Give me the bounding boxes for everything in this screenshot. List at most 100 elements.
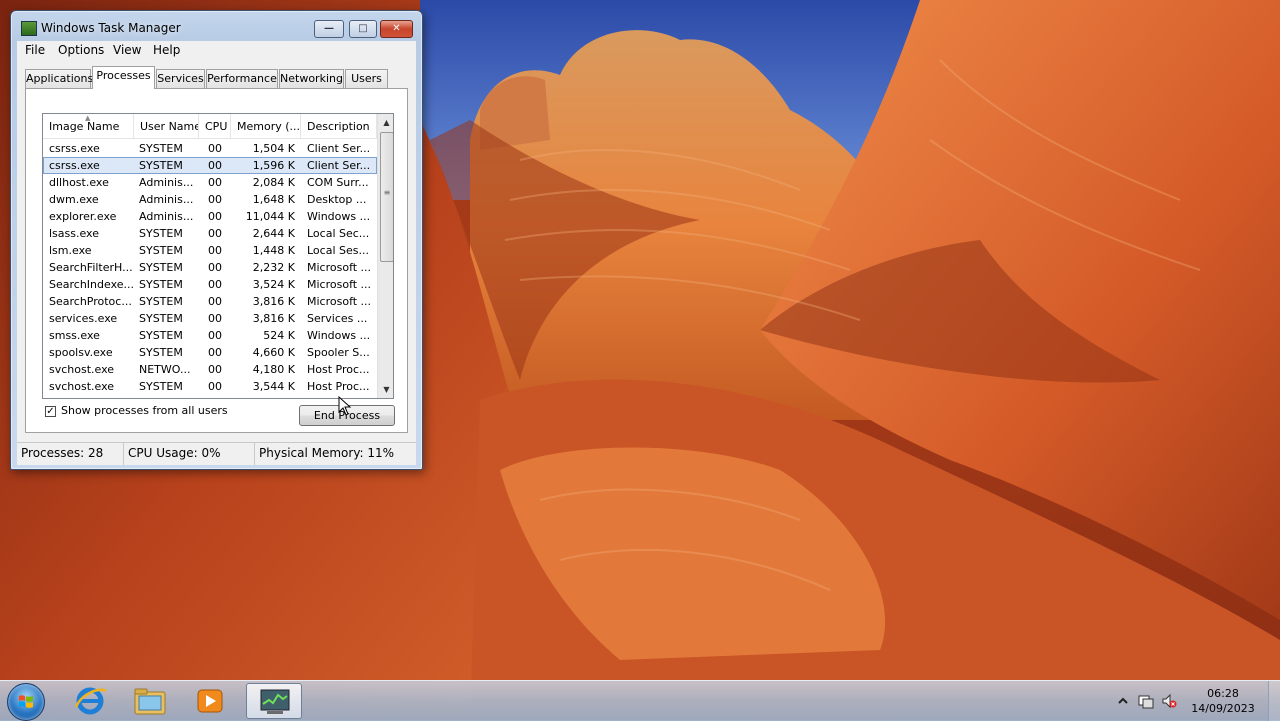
process-row[interactable]: spoolsv.exe SYSTEM 00 4,660 K Spooler S...	[43, 344, 377, 361]
maximize-button[interactable]: □	[349, 20, 377, 38]
cell-cpu: 00	[208, 278, 222, 291]
show-hidden-icons-icon[interactable]	[1115, 693, 1131, 709]
task-manager-app-icon	[21, 21, 37, 36]
menu-options[interactable]: Options	[58, 43, 104, 57]
cell-cpu: 00	[208, 244, 222, 257]
process-row[interactable]: services.exe SYSTEM 00 3,816 K Services ...	[43, 310, 377, 327]
column-memory[interactable]: Memory (...	[231, 114, 301, 138]
cell-memory: 4,180 K	[252, 363, 295, 376]
volume-muted-icon[interactable]	[1161, 693, 1177, 709]
scroll-down-icon[interactable]: ▼	[378, 381, 393, 398]
cell-cpu: 00	[208, 380, 222, 393]
grip-icon: ≡	[383, 188, 391, 197]
cell-description: Windows ...	[307, 210, 371, 223]
internet-explorer-button[interactable]	[62, 683, 118, 719]
show-all-users-checkbox[interactable]: ✓	[45, 406, 56, 417]
title-bar[interactable]: Windows Task Manager — □ ✕	[11, 11, 422, 39]
cell-memory: 2,232 K	[252, 261, 295, 274]
tab-processes[interactable]: Processes	[92, 66, 155, 89]
cell-cpu: 00	[208, 261, 222, 274]
taskbar: 06:28 14/09/2023	[0, 680, 1280, 721]
menu-view[interactable]: View	[113, 43, 141, 57]
cell-memory: 524 K	[263, 329, 295, 342]
cell-description: Desktop ...	[307, 193, 367, 206]
column-description[interactable]: Description	[301, 114, 377, 138]
cell-memory: 4,660 K	[252, 346, 295, 359]
cell-cpu: 00	[208, 193, 222, 206]
vertical-scrollbar[interactable]: ▲ ≡ ▼	[377, 114, 393, 398]
process-list[interactable]: ▲ Image Name User Name CPU Memory (... D…	[42, 113, 394, 399]
scrollbar-thumb[interactable]: ≡	[380, 132, 393, 262]
cell-image-name: svchost.exe	[49, 380, 115, 393]
column-cpu[interactable]: CPU	[199, 114, 231, 138]
process-row[interactable]: lsass.exe SYSTEM 00 2,644 K Local Sec...	[43, 225, 377, 242]
column-user-name[interactable]: User Name	[134, 114, 199, 138]
process-row[interactable]: explorer.exe Adminis... 00 11,044 K Windows …	[43, 208, 377, 225]
scroll-up-icon[interactable]: ▲	[378, 114, 393, 131]
media-player-button[interactable]	[182, 683, 238, 719]
cell-cpu: 00	[208, 312, 222, 325]
tab-applications[interactable]: Applications	[25, 69, 93, 88]
cell-memory: 1,448 K	[252, 244, 295, 257]
cell-user-name: SYSTEM	[139, 261, 183, 274]
cell-image-name: SearchFilterH...	[49, 261, 133, 274]
cell-user-name: Adminis...	[139, 176, 194, 189]
process-row[interactable]: lsm.exe SYSTEM 00 1,448 K Local Ses...	[43, 242, 377, 259]
process-row[interactable]: dllhost.exe Adminis... 00 2,084 K COM Surr..…	[43, 174, 377, 191]
windows-explorer-button[interactable]	[122, 683, 178, 719]
tab-networking[interactable]: Networking	[279, 69, 344, 88]
process-list-header: ▲ Image Name User Name CPU Memory (... D…	[43, 114, 377, 139]
cell-cpu: 00	[208, 295, 222, 308]
column-image-name[interactable]: ▲ Image Name	[43, 114, 134, 138]
menu-file[interactable]: File	[25, 43, 45, 57]
minimize-button[interactable]: —	[314, 20, 344, 38]
start-button[interactable]	[7, 683, 45, 721]
tab-services[interactable]: Services	[156, 69, 205, 88]
process-row[interactable]: SearchIndexe... SYSTEM 00 3,524 K Microsoft …	[43, 276, 377, 293]
task-manager-window: Windows Task Manager — □ ✕ File Options …	[10, 10, 423, 470]
task-manager-taskbar-button[interactable]	[246, 683, 302, 719]
cell-image-name: svchost.exe	[49, 363, 115, 376]
cell-image-name: csrss.exe	[49, 142, 100, 155]
process-row[interactable]: svchost.exe NETWO... 00 4,180 K Host Proc...	[43, 361, 377, 378]
cell-image-name: SearchProtoc...	[49, 295, 132, 308]
menu-help[interactable]: Help	[153, 43, 180, 57]
process-row[interactable]: SearchFilterH... SYSTEM 00 2,232 K Microsoft…	[43, 259, 377, 276]
action-center-flag-icon[interactable]	[1138, 693, 1154, 709]
cell-cpu: 00	[208, 363, 222, 376]
close-button[interactable]: ✕	[380, 20, 413, 38]
cell-user-name: SYSTEM	[139, 278, 183, 291]
cell-user-name: SYSTEM	[139, 346, 183, 359]
cell-description: Microsoft ...	[307, 295, 372, 308]
clock-date: 14/09/2023	[1191, 702, 1255, 715]
tab-users[interactable]: Users	[345, 69, 388, 88]
cell-user-name: SYSTEM	[139, 295, 183, 308]
cell-description: COM Surr...	[307, 176, 369, 189]
sort-ascending-icon: ▲	[85, 114, 91, 122]
process-row[interactable]: smss.exe SYSTEM 00 524 K Windows ...	[43, 327, 377, 344]
window-title: Windows Task Manager	[41, 21, 181, 35]
cell-description: Local Sec...	[307, 227, 370, 240]
show-all-users-label[interactable]: Show processes from all users	[61, 404, 228, 417]
system-clock[interactable]: 06:28 14/09/2023	[1182, 686, 1264, 716]
mouse-cursor-icon	[338, 396, 352, 416]
cell-image-name: spoolsv.exe	[49, 346, 113, 359]
cell-description: Client Ser...	[307, 159, 371, 172]
process-row[interactable]: SearchProtoc... SYSTEM 00 3,816 K Microsoft …	[43, 293, 377, 310]
cell-user-name: Adminis...	[139, 210, 194, 223]
cell-cpu: 00	[208, 142, 222, 155]
cell-image-name: dllhost.exe	[49, 176, 109, 189]
cell-memory: 2,084 K	[252, 176, 295, 189]
process-row[interactable]: csrss.exe SYSTEM 00 1,504 K Client Ser...	[43, 140, 377, 157]
cell-image-name: smss.exe	[49, 329, 100, 342]
show-desktop-button[interactable]	[1268, 681, 1280, 721]
tab-performance[interactable]: Performance	[206, 69, 278, 88]
cell-memory: 3,816 K	[252, 295, 295, 308]
process-row[interactable]: csrss.exe SYSTEM 00 1,596 K Client Ser...	[43, 157, 377, 174]
cell-user-name: SYSTEM	[139, 244, 183, 257]
cell-user-name: SYSTEM	[139, 312, 183, 325]
cell-cpu: 00	[208, 227, 222, 240]
cell-image-name: csrss.exe	[49, 159, 100, 172]
process-row[interactable]: dwm.exe Adminis... 00 1,648 K Desktop ...	[43, 191, 377, 208]
process-row[interactable]: svchost.exe SYSTEM 00 3,544 K Host Proc...	[43, 378, 377, 395]
